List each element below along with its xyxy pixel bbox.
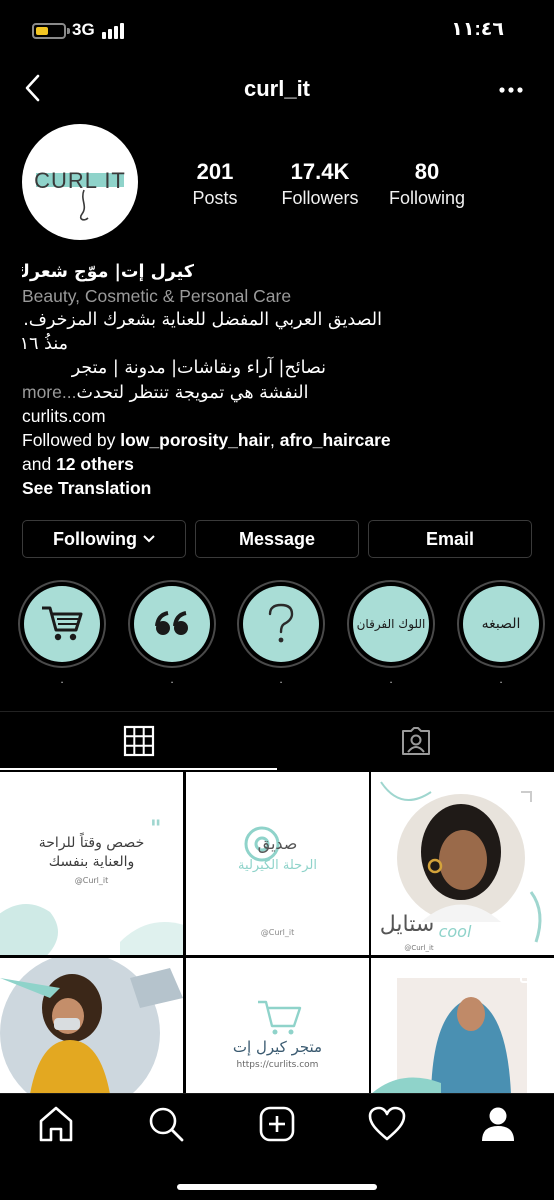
highlight-label: . — [170, 672, 174, 686]
posts-label: Posts — [192, 188, 238, 208]
status-time: ١١:٤٦ — [451, 19, 504, 40]
followed-user-link[interactable]: afro_haircare — [280, 430, 391, 450]
bio-line: الصديق العربي المفضل للعناية بشعرك المزخ… — [23, 310, 382, 330]
followed-others[interactable]: and 12 others — [22, 452, 532, 476]
followed-by[interactable]: Followed by low_porosity_hair, afro_hair… — [22, 428, 532, 452]
post-caption: صديق — [257, 834, 298, 853]
avatar[interactable]: CURL IT — [22, 124, 138, 240]
tagged-icon — [401, 727, 430, 755]
followers-count[interactable]: 17.4K Followers — [272, 158, 368, 210]
post-thumbnail[interactable]: " خصص وقتاً للراحة والعناية بنفسك @Curl_… — [0, 772, 183, 955]
following-label: Following — [388, 188, 466, 208]
cart-icon — [258, 1000, 302, 1035]
following-count[interactable]: 80 Following — [382, 158, 472, 210]
signal-icon — [102, 23, 130, 39]
question-icon — [268, 603, 294, 643]
cart-icon — [42, 606, 83, 641]
new-post-icon[interactable] — [257, 1104, 297, 1144]
email-button-label: Email — [425, 528, 475, 549]
highlight-label: . — [389, 672, 393, 686]
bio-line: النفشة هي تمويجة تنتظر لتحدث — [76, 383, 309, 403]
more-link[interactable]: more — [22, 382, 62, 402]
post-thumbnail[interactable] — [371, 958, 554, 1094]
bio-line: منذُ ٢٠١٦ — [22, 334, 68, 354]
highlight-item[interactable]: . — [18, 580, 106, 686]
highlight-label: . — [60, 672, 64, 686]
following-button-label: Following — [53, 528, 137, 549]
post-thumbnail[interactable]: ستايل cool @Curl_it — [371, 772, 554, 955]
profile-username: curl_it — [243, 76, 311, 101]
post-thumbnail[interactable]: متجر كيرل إت https://curlits.com — [186, 958, 369, 1094]
post-caption: خصص وقتاً للراحة — [38, 835, 145, 851]
profile-name: كيرل إت| موّج شعرك! — [22, 262, 194, 282]
post-handle: @Curl_it — [404, 944, 434, 952]
highlight-item[interactable]: اللوك الفرقان . — [347, 580, 435, 686]
highlight-title: الصبغه — [481, 616, 521, 632]
posts-count[interactable]: 201 Posts — [180, 158, 250, 210]
following-button[interactable]: Following — [22, 520, 186, 558]
others-link[interactable]: 12 others — [56, 454, 134, 474]
followers-value: 17.4K — [290, 159, 350, 184]
highlight-title: اللوك الفرقان — [356, 617, 426, 631]
home-icon[interactable] — [36, 1104, 76, 1144]
profile-bio: كيرل إت| موّج شعرك! Beauty, Cosmetic & P… — [22, 260, 532, 500]
profile-header: curl_it — [0, 60, 554, 120]
post-thumbnail[interactable] — [0, 958, 183, 1094]
avatar-logo-text: CURL IT — [34, 168, 126, 193]
ellipsis: ... — [61, 382, 77, 402]
see-translation-link[interactable]: See Translation — [22, 476, 532, 500]
post-caption: ستايل — [379, 912, 435, 937]
followed-user-link[interactable]: low_porosity_hair — [120, 430, 270, 450]
highlight-label: . — [279, 672, 283, 686]
grid-icon — [123, 725, 154, 757]
home-indicator — [177, 1184, 377, 1190]
followers-label: Followers — [281, 188, 359, 208]
bio-line-more: more...النفشة هي تمويجة تنتظر لتحدث — [22, 380, 532, 404]
post-caption: متجر كيرل إت — [232, 1038, 323, 1056]
message-button[interactable]: Message — [195, 520, 359, 558]
active-tab-indicator — [0, 768, 277, 770]
post-caption: cool — [438, 922, 472, 941]
posts-value: 201 — [196, 159, 234, 184]
following-value: 80 — [414, 159, 440, 184]
activity-heart-icon[interactable] — [367, 1104, 407, 1144]
post-handle: @Curl_it — [74, 876, 109, 885]
post-caption: والعناية بنفسك — [48, 854, 135, 870]
email-button[interactable]: Email — [368, 520, 532, 558]
post-thumbnail[interactable]: صديق الرحلة الكيرلية @Curl_it — [186, 772, 369, 955]
profile-category: Beauty, Cosmetic & Personal Care — [22, 286, 292, 306]
chevron-down-icon — [143, 535, 155, 543]
search-icon[interactable] — [146, 1104, 186, 1144]
and-prefix: and — [22, 454, 57, 474]
status-bar: 3G ١١:٤٦ — [0, 0, 554, 60]
website-link[interactable]: curlits.com — [22, 404, 532, 428]
post-caption: الرحلة الكيرلية — [238, 858, 317, 873]
followed-separator: , — [270, 430, 280, 450]
profile-actions: Following Message Email — [22, 520, 532, 558]
more-options-icon[interactable] — [498, 82, 524, 98]
profile-icon[interactable] — [478, 1104, 518, 1144]
quote-icon — [155, 611, 188, 635]
tab-grid[interactable] — [0, 712, 277, 770]
highlight-label: . — [499, 672, 503, 686]
battery-icon — [32, 23, 70, 39]
highlight-item[interactable]: . — [237, 580, 325, 686]
highlight-item[interactable]: . — [128, 580, 216, 686]
post-handle: @Curl_it — [260, 928, 295, 937]
message-button-label: Message — [238, 528, 316, 549]
tab-tagged[interactable] — [277, 712, 554, 770]
bio-line: نصائح| آراء ونقاشات| مدونة | متجر — [71, 358, 326, 378]
bottom-navigation — [0, 1093, 554, 1200]
post-url: https://curlits.com — [236, 1060, 319, 1070]
network-type: 3G — [72, 20, 95, 39]
highlight-item[interactable]: الصبغه . — [457, 580, 545, 686]
followed-by-prefix: Followed by — [22, 430, 121, 450]
